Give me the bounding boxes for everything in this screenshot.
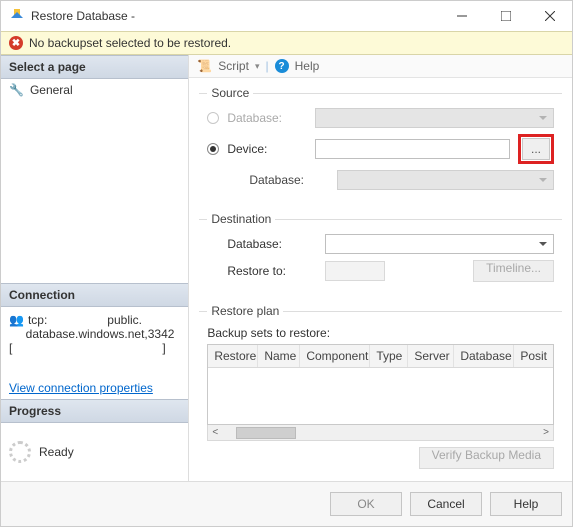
source-device-radio[interactable] [207,143,219,155]
wrench-icon: 🔧 [9,83,24,97]
progress-header: Progress [1,399,188,423]
progress-spinner-icon [9,441,31,463]
page-item-label: General [30,83,73,97]
grid-hscroll[interactable]: < > [207,425,554,441]
grid-col-database[interactable]: Database [454,345,514,367]
restore-plan-legend: Restore plan [207,304,283,318]
source-database-radio [207,112,219,124]
titlebar: Restore Database - [1,1,572,31]
destination-legend: Destination [207,212,275,226]
app-icon [9,8,25,24]
toolbar: 📜 Script ▾ | ? Help [189,55,572,78]
destination-database-label: Database: [207,237,317,251]
grid-col-type[interactable]: Type [370,345,408,367]
backup-sets-label: Backup sets to restore: [207,326,554,340]
source-sub-database-label: Database: [227,173,329,187]
restore-to-label: Restore to: [207,264,317,278]
destination-group: Destination Database: Restore to: Timeli… [199,212,562,296]
browse-device-button[interactable]: ... [522,138,550,160]
source-database-label: Database: [227,111,307,125]
grid-col-position[interactable]: Posit [514,345,553,367]
close-button[interactable] [528,1,572,31]
grid-body-empty [208,368,553,424]
connection-header: Connection [1,283,188,307]
highlight-annotation: ... [518,134,554,164]
scroll-right-icon[interactable]: > [539,427,553,438]
destination-database-combo[interactable] [325,234,554,254]
connection-info: 👥tcp: public. database.windows.net,3342 … [1,307,188,377]
progress-status: Ready [39,445,74,459]
grid-col-restore[interactable]: Restore [208,345,258,367]
ok-button: OK [330,492,402,516]
connection-icon: 👥 [9,313,24,327]
maximize-button[interactable] [484,1,528,31]
script-dropdown-icon[interactable]: ▾ [255,61,260,72]
help-icon: ? [275,59,289,73]
error-message: No backupset selected to be restored. [29,36,231,50]
verify-backup-media-button: Verify Backup Media [419,447,554,469]
window-title: Restore Database - [31,9,440,23]
page-item-general[interactable]: 🔧 General [1,79,188,101]
script-icon: 📜 [197,59,212,73]
restore-database-dialog: Restore Database - ✖ No backupset select… [0,0,573,527]
error-bar: ✖ No backupset selected to be restored. [1,31,572,55]
connection-text: tcp: public. database.windows.net,3342 [… [9,313,174,355]
scroll-thumb[interactable] [236,427,296,439]
script-button[interactable]: Script [218,59,249,73]
dialog-footer: OK Cancel Help [1,481,572,526]
source-legend: Source [207,86,253,100]
grid-col-server[interactable]: Server [408,345,454,367]
source-device-label: Device: [227,142,307,156]
progress-body: Ready [1,423,188,481]
timeline-button: Timeline... [473,260,554,282]
error-icon: ✖ [9,36,23,50]
help-button[interactable]: Help [295,59,320,73]
cancel-button[interactable]: Cancel [410,492,482,516]
source-group: Source Database: Device: ... [199,86,562,204]
restore-to-input [325,261,385,281]
view-connection-properties-link[interactable]: View connection properties [1,377,188,399]
help-footer-button[interactable]: Help [490,492,562,516]
minimize-button[interactable] [440,1,484,31]
restore-plan-group: Restore plan Backup sets to restore: Res… [199,304,562,477]
grid-col-name[interactable]: Name [258,345,300,367]
source-sub-database-combo [337,170,554,190]
left-pane: Select a page 🔧 General Connection 👥tcp:… [1,55,189,481]
select-page-header: Select a page [1,55,188,79]
grid-col-component[interactable]: Component [300,345,370,367]
source-device-input[interactable] [315,139,510,159]
backup-sets-grid[interactable]: Restore Name Component Type Server Datab… [207,344,554,425]
source-database-combo [315,108,554,128]
scroll-left-icon[interactable]: < [208,427,222,438]
